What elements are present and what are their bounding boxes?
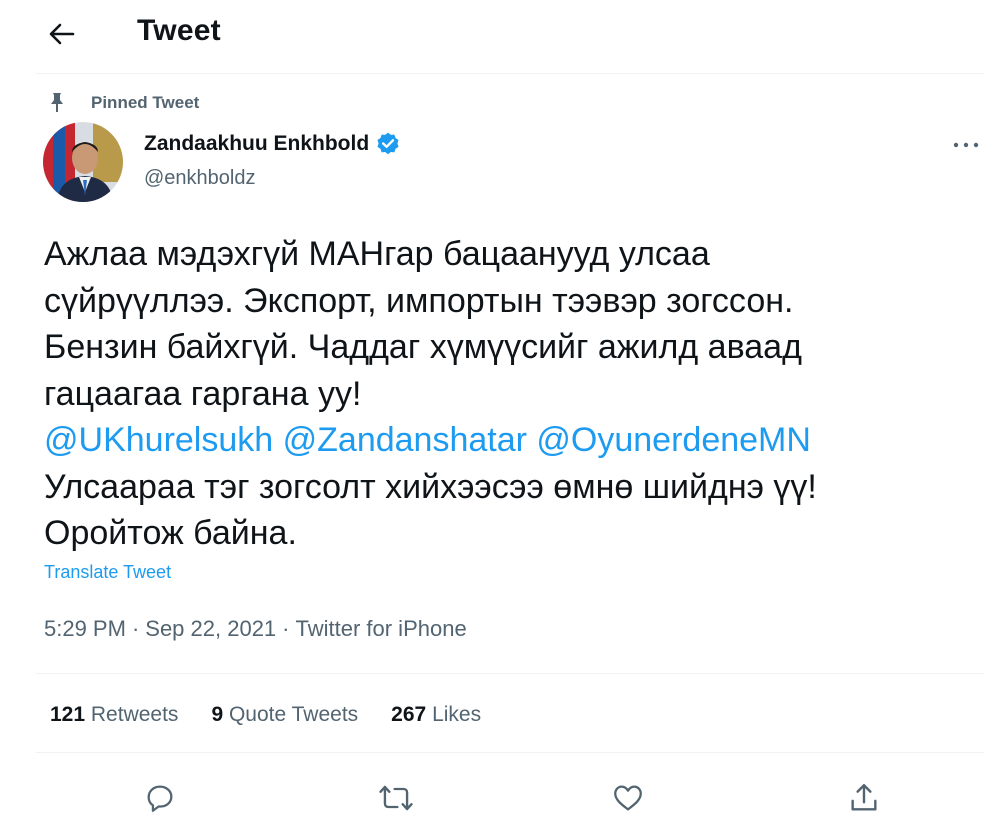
header-divider <box>36 73 984 74</box>
retweet-button[interactable] <box>374 776 418 820</box>
tweet-line: Улсаараа тэг зогсолт хийхээсээ өмнө шийд… <box>44 467 817 506</box>
reply-button[interactable] <box>138 776 182 820</box>
author-handle[interactable]: @enkhboldz <box>144 167 255 190</box>
mention-link[interactable]: @Zandanshatar <box>283 421 527 459</box>
retweets-stat[interactable]: 121 Retweets <box>50 703 178 727</box>
tweet-time[interactable]: 5:29 PM <box>44 616 126 641</box>
tweet-line: Ажлаа мэдэхгүй МАНгар бацаанууд улсаа <box>44 235 710 273</box>
share-icon <box>851 784 877 811</box>
mentions-line: @UKhurelsukh @Zandanshatar @OyunerdeneMN <box>44 417 964 464</box>
quotes-count: 9 <box>211 703 224 726</box>
quotes-label: Quote Tweets <box>228 703 359 726</box>
author-name[interactable]: Zandaakhuu Enkhbold <box>144 131 401 157</box>
tweet-actions <box>0 776 1000 824</box>
tweet-stats: 121 Retweets 9 Quote Tweets 267 Likes <box>50 703 514 727</box>
reply-icon <box>147 785 173 812</box>
tweet-line: гацаагаа гаргана уу! <box>44 374 362 413</box>
retweets-count: 121 <box>50 703 86 726</box>
mention-link[interactable]: @OyunerdeneMN <box>536 421 811 459</box>
like-button[interactable] <box>606 776 650 820</box>
tweet-line: Оройтож байна. <box>44 514 297 552</box>
header: Tweet <box>0 0 1000 68</box>
tweet-meta: 5:29 PM · Sep 22, 2021 · Twitter for iPhone <box>44 616 467 642</box>
translate-tweet-link[interactable]: Translate Tweet <box>44 562 171 583</box>
more-icon <box>953 142 979 148</box>
tweet-line: сүйрүүллээ. Экспорт, импортын тээвэр зог… <box>44 281 794 320</box>
retweet-icon <box>379 785 413 811</box>
divider <box>36 752 984 753</box>
tweet-date[interactable]: Sep 22, 2021 <box>145 616 276 641</box>
like-icon <box>614 785 642 811</box>
pin-icon <box>51 93 63 112</box>
quote-tweets-stat[interactable]: 9 Quote Tweets <box>211 703 358 727</box>
pinned-indicator: Pinned Tweet <box>46 90 199 114</box>
back-button[interactable] <box>44 16 80 52</box>
likes-label: Likes <box>432 703 482 726</box>
pinned-label: Pinned Tweet <box>91 93 200 112</box>
verified-badge-icon <box>377 132 399 155</box>
tweet-text: Ажлаа мэдэхгүй МАНгар бацаанууд улсаа сү… <box>44 231 964 557</box>
tweet-page: Tweet Pinned Tweet Zandaakhuu Enkhbold @… <box>0 0 1000 837</box>
avatar-image <box>43 122 123 202</box>
more-options-button[interactable] <box>946 132 986 158</box>
arrow-left-icon <box>49 23 75 45</box>
meta-separator: · <box>131 616 140 641</box>
likes-stat[interactable]: 267 Likes <box>391 703 481 727</box>
tweet-source[interactable]: Twitter for iPhone <box>296 616 467 641</box>
retweets-label: Retweets <box>90 703 179 726</box>
share-button[interactable] <box>842 776 886 820</box>
author-name-text: Zandaakhuu Enkhbold <box>144 132 370 155</box>
divider <box>36 673 984 674</box>
meta-separator: · <box>282 616 290 641</box>
mention-link[interactable]: @UKhurelsukh <box>44 421 273 459</box>
avatar[interactable] <box>43 122 123 202</box>
tweet-line: Бензин байхгүй. Чаддаг хүмүүсийг ажилд а… <box>44 328 802 366</box>
page-title: Tweet <box>137 14 221 47</box>
likes-count: 267 <box>391 703 427 726</box>
